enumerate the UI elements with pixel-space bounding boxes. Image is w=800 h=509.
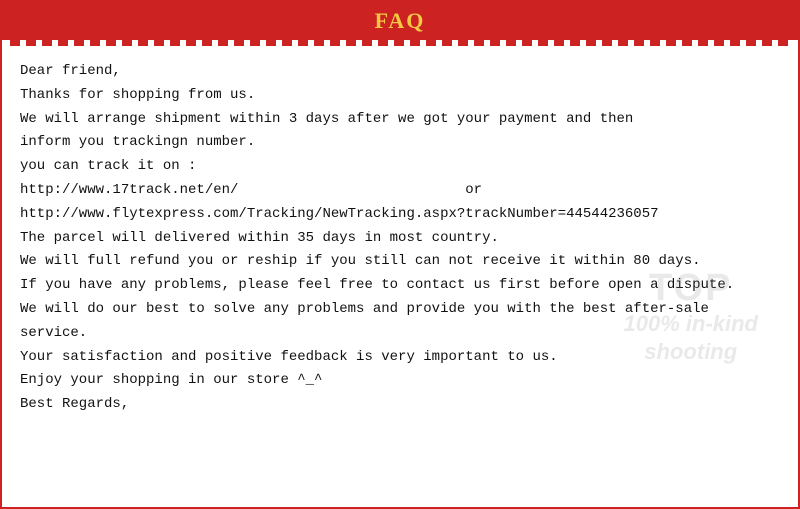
line-11: We will do our best to solve any problem… bbox=[20, 298, 780, 322]
header: FAQ bbox=[2, 2, 798, 40]
line-15: Best Regards, bbox=[20, 393, 780, 417]
line-2: Thanks for shopping from us. bbox=[20, 84, 780, 108]
content-area: TOP 100% in-kind shooting Dear friend, T… bbox=[2, 46, 798, 427]
line-9: We will full refund you or reship if you… bbox=[20, 250, 780, 274]
line-13: Your satisfaction and positive feedback … bbox=[20, 346, 780, 370]
line-3: We will arrange shipment within 3 days a… bbox=[20, 108, 780, 132]
line-8: The parcel will delivered within 35 days… bbox=[20, 227, 780, 251]
track-url-1: http://www.17track.net/en/ bbox=[20, 182, 238, 198]
line-14: Enjoy your shopping in our store ^_^ bbox=[20, 369, 780, 393]
line-1: Dear friend, bbox=[20, 60, 780, 84]
line-4: inform you trackingn number. bbox=[20, 131, 780, 155]
line-7: http://www.flytexpress.com/Tracking/NewT… bbox=[20, 203, 780, 227]
line-5: you can track it on : bbox=[20, 155, 780, 179]
page-container: FAQ TOP 100% in-kind shooting Dear frien… bbox=[0, 0, 800, 509]
line-10: If you have any problems, please feel fr… bbox=[20, 274, 780, 298]
or-label: or bbox=[465, 182, 482, 198]
line-12: service. bbox=[20, 322, 780, 346]
faq-title: FAQ bbox=[375, 8, 426, 33]
line-6: http://www.17track.net/en/ or bbox=[20, 179, 780, 203]
